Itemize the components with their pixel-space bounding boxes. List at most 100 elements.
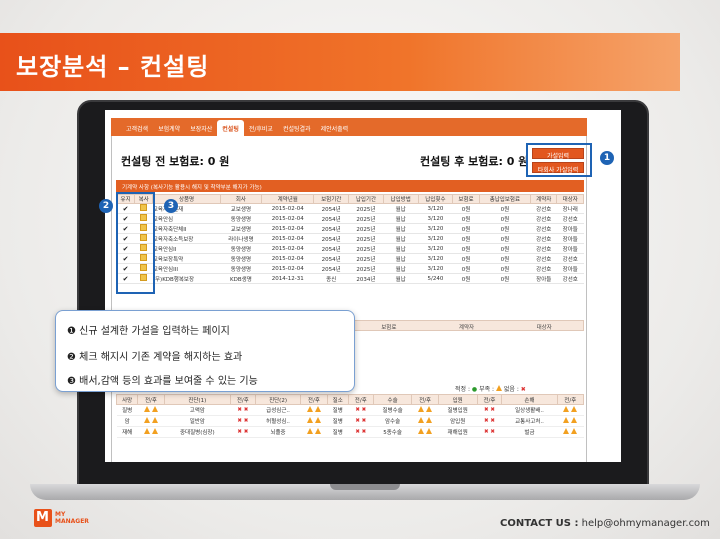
cell-company: 동양생명	[220, 263, 262, 274]
tab-1[interactable]: 보험계약	[153, 118, 185, 136]
coverage-table: 사망 전/후 진단(1) 전/후 진단(2) 전/후 질소 전/후 수술 전/후 입원 전/후 손해 전/…	[115, 394, 585, 438]
cell-premium: 0원	[452, 213, 480, 224]
none-icon: ✖	[490, 418, 495, 424]
short-icon	[307, 417, 314, 423]
coverage-label: 고액암	[164, 404, 231, 416]
contract-row[interactable]: ✔ 교육보장특약 동양생명 2015-02-04 2054년 2025년 월납 3/120 0원…	[116, 253, 584, 264]
cell-term: 종신	[313, 273, 349, 284]
cell-total: 0원	[479, 243, 531, 254]
coverage-column: 수술	[372, 394, 413, 405]
coverage-label: 질병입원	[438, 404, 478, 416]
cell-insured: 장아들	[556, 223, 584, 234]
new-contract-column: 보험료	[381, 325, 397, 331]
cell-term: 2054년	[313, 233, 349, 244]
cell-date: 2015-02-04	[261, 263, 314, 274]
contract-row[interactable]: ✔ 교육안심III 동양생명 2015-02-04 2054년 2025년 월납 3/120 0…	[116, 263, 584, 274]
none-icon: ✖	[490, 429, 495, 435]
cell-date: 2015-02-04	[261, 203, 314, 214]
cell-total: 0원	[479, 233, 531, 244]
column-header: 납입횟수	[417, 194, 454, 204]
laptop-base	[30, 484, 700, 500]
cell-name: 교육안심	[152, 213, 221, 224]
short-icon	[144, 417, 151, 423]
none-icon: ✖	[237, 407, 242, 413]
cell-premium: 0원	[452, 273, 480, 284]
cell-total: 0원	[479, 203, 531, 214]
tab-2[interactable]: 보장자산	[185, 118, 217, 136]
badge-1: 1	[600, 151, 614, 165]
coverage-label: 암입원	[438, 415, 478, 427]
laptop-screen: 고객검색 보험계약 보장자산 컨설팅 전/후비교 컨설팅결과 제안서출력 컨설팅 전 보험료…	[105, 110, 621, 462]
cell-method: 월납	[383, 253, 419, 264]
none-icon: ✖	[490, 407, 495, 413]
cell-holder: 강선호	[530, 243, 557, 254]
contact-email[interactable]: help@ohmymanager.com	[582, 518, 710, 529]
badge-3: 3	[164, 199, 178, 213]
column-header: 납입기간	[348, 194, 384, 204]
none-icon: ✖	[355, 418, 360, 424]
coverage-row: 암 일반암 ✖ ✖ 허혈성심.. 질병 ✖ ✖ 암수술 암입원 ✖ ✖ 교통사고처..	[116, 415, 584, 427]
coverage-column: 진단(2)	[254, 394, 302, 405]
none-icon: ✖	[237, 429, 242, 435]
cell-insured: 장아들	[556, 233, 584, 244]
contract-row[interactable]: ✔ 교육안심II 동양생명 2015-02-04 2054년 2025년 월납 3/120 0원…	[116, 243, 584, 254]
cell-premium: 0원	[452, 233, 480, 244]
coverage-label: 질병	[327, 426, 349, 438]
coverage-label: 재해	[116, 426, 138, 438]
contract-row[interactable]: ✔ 교육자축소득보장 라이나생명 2015-02-04 2054년 2025년 월납 3/12…	[116, 233, 584, 244]
short-icon	[314, 417, 321, 423]
cell-date: 2015-02-04	[261, 223, 314, 234]
coverage-column: 진단(1)	[163, 394, 231, 405]
contract-row[interactable]: ✔ (무)KDB행복보장 KDB생명 2014-12-31 종신 2034년 월납 5/240…	[116, 273, 584, 284]
cell-term: 2054년	[313, 253, 349, 264]
coverage-label: 질병수술	[373, 404, 412, 416]
cell-company: 라이나생명	[220, 233, 262, 244]
cell-paydate: 2025년	[348, 263, 384, 274]
tab-5[interactable]: 컨설팅결과	[278, 118, 316, 136]
contract-row[interactable]: ✔ 교육안심 동양생명 2015-02-04 2054년 2025년 월납 3/120 0원 0원…	[116, 213, 584, 224]
cell-paydate: 2034년	[348, 273, 384, 284]
cell-term: 2054년	[313, 213, 349, 224]
column-header: 보험기간	[313, 194, 350, 204]
cell-holder: 강선호	[530, 263, 557, 274]
tab-6[interactable]: 제안서출력	[316, 118, 354, 136]
contract-row[interactable]: ✔교육자축편재교보생명2015-02-042054년2025년월납3/1200원…	[116, 203, 584, 214]
cell-date: 2015-02-04	[261, 243, 314, 254]
tab-3[interactable]: 컨설팅	[217, 120, 244, 138]
callout-line-2: ❷ 체크 해지시 기존 계약을 해지하는 효과	[67, 352, 243, 363]
coverage-label: 암수술	[373, 415, 412, 427]
cell-name: 교육자축편재	[152, 203, 221, 214]
short-icon	[314, 428, 321, 434]
none-icon: ✖	[355, 429, 360, 435]
short-icon	[314, 406, 321, 412]
none-icon: ✖	[484, 418, 489, 424]
coverage-label: 일반암	[164, 415, 231, 427]
short-icon	[571, 428, 578, 434]
premium-after: 컨설팅 후 보험료: 0 원	[420, 155, 529, 168]
cell-term: 2054년	[313, 243, 349, 254]
column-header: 납입방법	[382, 194, 419, 204]
column-header: 계약년월	[261, 194, 315, 204]
slide-title: 보장분석 – 컨설팅	[16, 53, 210, 81]
short-icon	[144, 406, 151, 412]
cell-name: 교육안심III	[152, 263, 221, 274]
laptop-notch	[330, 484, 400, 490]
contract-row[interactable]: ✔ 교육자축단체II 교보생명 2015-02-04 2054년 2025년 월납 3/120…	[116, 223, 584, 234]
cell-date: 2015-02-04	[261, 213, 314, 224]
coverage-column: 전/후	[137, 394, 165, 405]
coverage-label: 질병	[327, 404, 349, 416]
cell-company: 동양생명	[220, 243, 262, 254]
short-icon	[144, 428, 151, 434]
cell-method: 월납	[383, 233, 419, 244]
legend-good-label: 적정 :	[455, 386, 472, 393]
contact-label: CONTACT US :	[500, 518, 579, 529]
tab-4[interactable]: 전/후비교	[244, 118, 278, 136]
coverage-column: 전/후	[411, 394, 439, 405]
highlight-box-2-3	[116, 192, 155, 294]
coverage-legend: 적정 : ● 부족 : 없음 : ✖	[455, 385, 526, 393]
cell-insured: 강선호	[556, 273, 584, 284]
column-header: 대상자	[556, 194, 584, 204]
tab-0[interactable]: 고객검색	[121, 118, 153, 136]
coverage-label: 암	[116, 415, 138, 427]
short-icon	[418, 417, 425, 423]
